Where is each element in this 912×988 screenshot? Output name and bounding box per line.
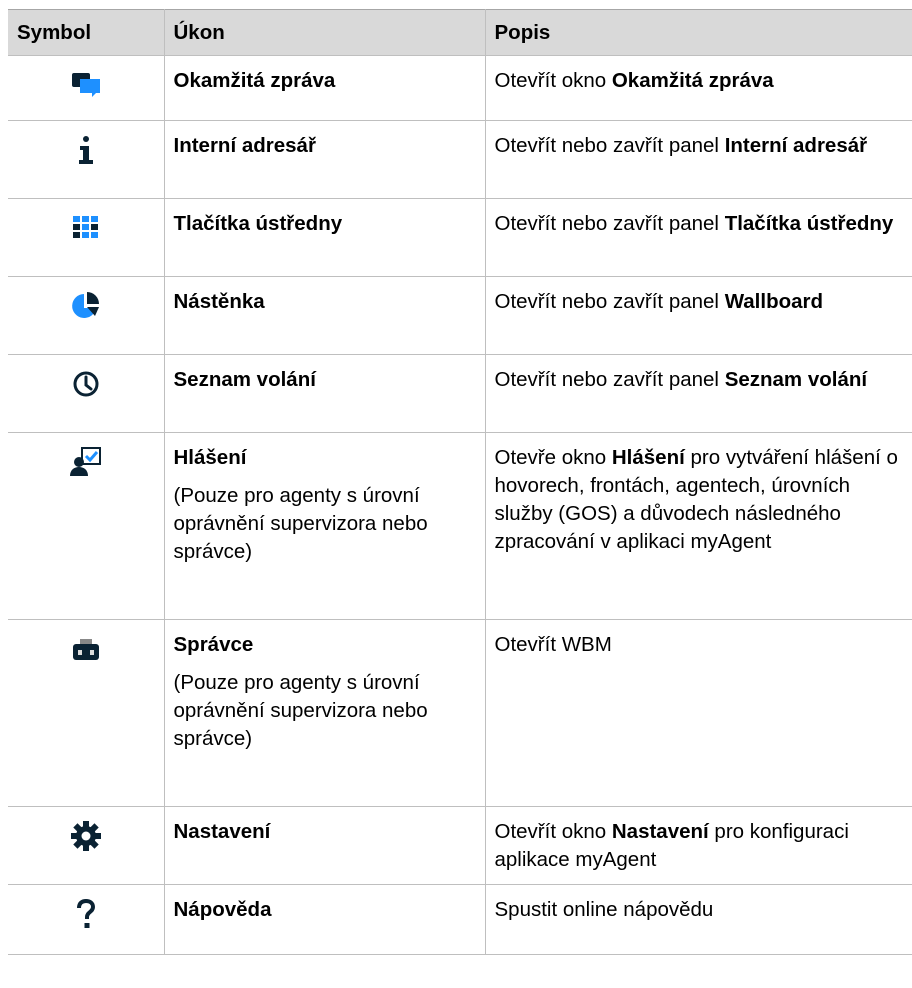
description-cell: Otevřít nebo zavřít panel Seznam volání — [484, 354, 912, 433]
table-row: Interní adresář Otevřít nebo zavřít pane… — [8, 120, 912, 199]
description-bold: Tlačítka ústředny — [724, 212, 894, 235]
toolbox-icon — [69, 632, 103, 666]
symbol-cell — [8, 432, 165, 620]
description-bold: Interní adresář — [724, 134, 868, 157]
description-text: Otevřít nebo zavřít panel — [494, 290, 725, 313]
action-cell: Nastavení — [163, 806, 486, 885]
action-note: (Pouze pro agenty s úrovní oprávnění sup… — [173, 484, 428, 563]
symbol-cell — [8, 55, 165, 121]
description-text: Spustit online nápovědu — [494, 898, 714, 921]
description-cell: Otevře okno Hlášení pro vytváření hlášen… — [484, 432, 912, 620]
description-text: Otevřít okno — [494, 820, 612, 843]
chat-bubbles-icon — [69, 68, 103, 102]
table-row: Nástěnka Otevřít nebo zavřít panel Wallb… — [8, 276, 912, 355]
action-name: Interní adresář — [173, 134, 316, 157]
description-cell: Otevřít nebo zavřít panel Interní adresá… — [484, 120, 912, 199]
pie-chart-icon — [69, 289, 103, 323]
action-cell: Tlačítka ústředny — [163, 198, 486, 277]
action-cell: Seznam volání — [163, 354, 486, 433]
description-bold: Okamžitá zpráva — [611, 69, 774, 92]
table-row: Nápověda Spustit online nápovědu — [8, 884, 912, 955]
description-cell: Otevřít okno Okamžitá zpráva — [484, 55, 912, 121]
description-text: Otevřít okno — [494, 69, 612, 92]
action-cell: Okamžitá zpráva — [163, 55, 486, 121]
table-row: Okamžitá zpráva Otevřít okno Okamžitá zp… — [8, 55, 912, 121]
info-icon — [69, 133, 103, 167]
symbol-cell — [8, 806, 165, 885]
header-action: Úkon — [163, 9, 486, 56]
action-name: Tlačítka ústředny — [173, 212, 343, 235]
description-cell: Otevřít nebo zavřít panel Wallboard — [484, 276, 912, 355]
action-cell: Správce (Pouze pro agenty s úrovní oprávn… — [163, 619, 486, 807]
action-note: (Pouze pro agenty s úrovní oprávnění sup… — [173, 671, 428, 750]
description-text: Otevřít nebo zavřít panel — [494, 368, 725, 391]
action-name: Hlášení — [173, 446, 247, 469]
description-cell: Spustit online nápovědu — [484, 884, 912, 955]
description-bold: Nastavení — [611, 820, 709, 843]
symbols-table: Symbol Úkon Popis Okamžitá zpráva Otevří… — [8, 9, 912, 955]
action-name: Správce — [173, 633, 254, 656]
question-mark-icon — [69, 897, 103, 931]
description-text: Otevřít nebo zavřít panel — [494, 212, 725, 235]
description-bold: Seznam volání — [724, 368, 868, 391]
symbol-cell — [8, 120, 165, 199]
gear-icon — [69, 819, 103, 853]
description-cell: Otevřít WBM — [484, 619, 912, 807]
description-cell: Otevřít nebo zavřít panel Tlačítka ústře… — [484, 198, 912, 277]
action-name: Seznam volání — [173, 368, 316, 391]
table-row: Tlačítka ústředny Otevřít nebo zavřít pa… — [8, 198, 912, 277]
table-row: Hlášení (Pouze pro agenty s úrovní oprávn… — [8, 432, 912, 620]
action-cell: Interní adresář — [163, 120, 486, 199]
symbol-cell — [8, 354, 165, 433]
header-description: Popis — [484, 9, 912, 56]
keypad-grid-icon — [69, 211, 103, 245]
table-header-row: Symbol Úkon Popis — [8, 9, 912, 56]
table-row: Seznam volání Otevřít nebo zavřít panel … — [8, 354, 912, 433]
symbol-cell — [8, 276, 165, 355]
action-name: Okamžitá zpráva — [173, 69, 336, 92]
action-name: Nápověda — [173, 898, 272, 921]
symbol-cell — [8, 198, 165, 277]
table-row: Nastavení Otevřít okno Nastavení pro kon… — [8, 806, 912, 885]
table-row: Správce (Pouze pro agenty s úrovní oprávn… — [8, 619, 912, 807]
action-cell: Nástěnka — [163, 276, 486, 355]
action-name: Nástěnka — [173, 290, 265, 313]
action-name: Nastavení — [173, 820, 271, 843]
header-symbol: Symbol — [8, 9, 165, 56]
report-user-icon — [69, 445, 103, 479]
symbol-cell — [8, 619, 165, 807]
description-bold: Hlášení — [611, 446, 685, 469]
description-text: Otevřít WBM — [494, 633, 612, 656]
description-text: Otevřít nebo zavřít panel — [494, 134, 725, 157]
action-cell: Hlášení (Pouze pro agenty s úrovní oprávn… — [163, 432, 486, 620]
description-text: Otevře okno — [494, 446, 612, 469]
action-cell: Nápověda — [163, 884, 486, 955]
clock-icon — [69, 367, 103, 401]
description-bold: Wallboard — [724, 290, 824, 313]
symbol-cell — [8, 884, 165, 955]
description-cell: Otevřít okno Nastavení pro konfiguraci a… — [484, 806, 912, 885]
